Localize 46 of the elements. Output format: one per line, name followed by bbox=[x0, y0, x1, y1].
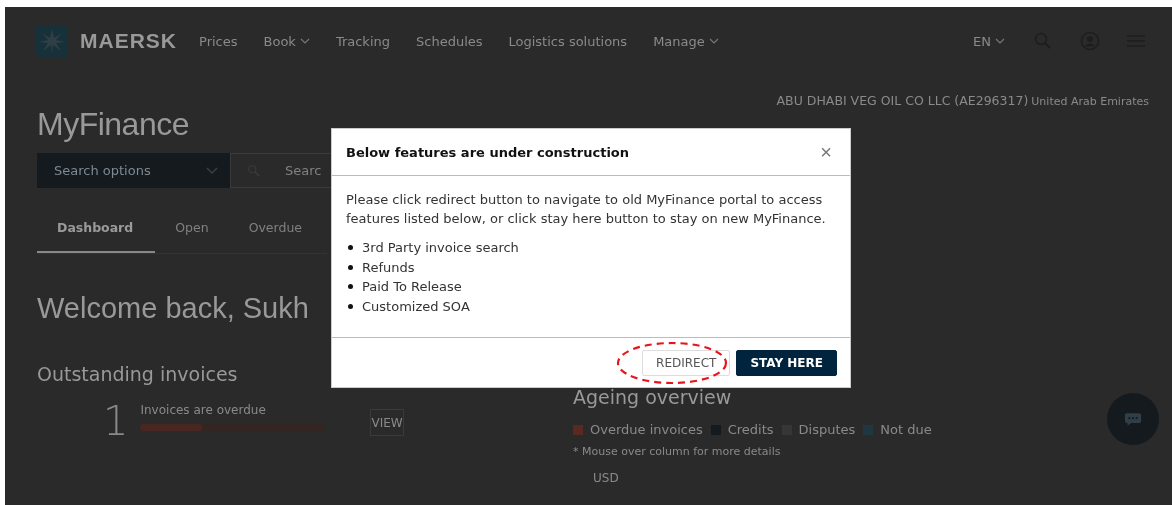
close-button[interactable]: × bbox=[816, 142, 836, 162]
nav-link[interactable]: Schedules bbox=[416, 33, 483, 49]
bullet-icon bbox=[348, 303, 353, 309]
section-heading: Outstanding invoices bbox=[37, 363, 239, 385]
company-name: ABU DHABI VEG OIL CO LLC (AE296317) bbox=[776, 93, 1029, 108]
overdue-label: Invoices are overdue bbox=[140, 403, 267, 417]
section-heading: Ageing overview bbox=[573, 386, 733, 408]
nav-link[interactable]: Prices bbox=[199, 33, 238, 49]
chevron-down-icon[interactable] bbox=[708, 38, 719, 44]
country-name: United Arab Emirates bbox=[1031, 95, 1149, 108]
currency-label: USD bbox=[593, 471, 620, 485]
chat-button[interactable] bbox=[1107, 393, 1159, 445]
bullet-icon bbox=[348, 284, 353, 290]
legend-label: Not due bbox=[880, 422, 932, 437]
welcome-heading: Welcome back, Sukh bbox=[37, 292, 310, 325]
legend-label: Disputes bbox=[798, 422, 856, 437]
nav-link[interactable]: Logistics solutions bbox=[508, 33, 628, 49]
feature-item: Refunds bbox=[362, 259, 415, 275]
chart-note: * Mouse over column for more details bbox=[573, 445, 782, 458]
feature-item: Paid To Release bbox=[362, 279, 462, 295]
nav-link[interactable]: Tracking bbox=[335, 33, 390, 49]
language-selector[interactable]: EN bbox=[973, 33, 991, 49]
legend-label: Overdue invoices bbox=[590, 422, 703, 437]
legend-label: Credits bbox=[727, 422, 774, 437]
bullet-icon bbox=[348, 264, 353, 270]
chevron-down-icon[interactable] bbox=[206, 167, 218, 174]
search-options-dropdown[interactable]: Search options bbox=[37, 153, 230, 188]
overdue-count: 1 bbox=[103, 401, 129, 441]
chat-bubble-icon bbox=[1124, 411, 1142, 427]
chevron-down-icon[interactable] bbox=[299, 38, 310, 44]
dialog-message: Please click redirect button to navigate to old MyFinance portal to access features listed below, or click stay here button to stay on new MyFinance. bbox=[346, 191, 827, 228]
feature-item: Customized SOA bbox=[362, 298, 470, 314]
view-button[interactable]: VIEW bbox=[370, 409, 404, 436]
page-title: MyFinance bbox=[37, 106, 190, 143]
brand-name[interactable]: MAERSK bbox=[80, 29, 177, 53]
feature-item: 3rd Party invoice search bbox=[362, 240, 519, 256]
nav-link[interactable]: Book bbox=[263, 33, 296, 49]
star-logo-icon bbox=[36, 25, 68, 57]
tab[interactable]: Overdue bbox=[228, 214, 323, 253]
nav-link[interactable]: Manage bbox=[653, 33, 705, 49]
bullet-icon bbox=[348, 245, 353, 251]
tab[interactable]: Dashboard bbox=[37, 214, 156, 253]
redirect-button[interactable]: REDIRECT bbox=[642, 349, 731, 376]
tab[interactable]: Open bbox=[155, 214, 229, 253]
stay-here-button[interactable]: STAY HERE bbox=[736, 349, 837, 376]
chevron-down-icon[interactable] bbox=[995, 38, 1005, 44]
